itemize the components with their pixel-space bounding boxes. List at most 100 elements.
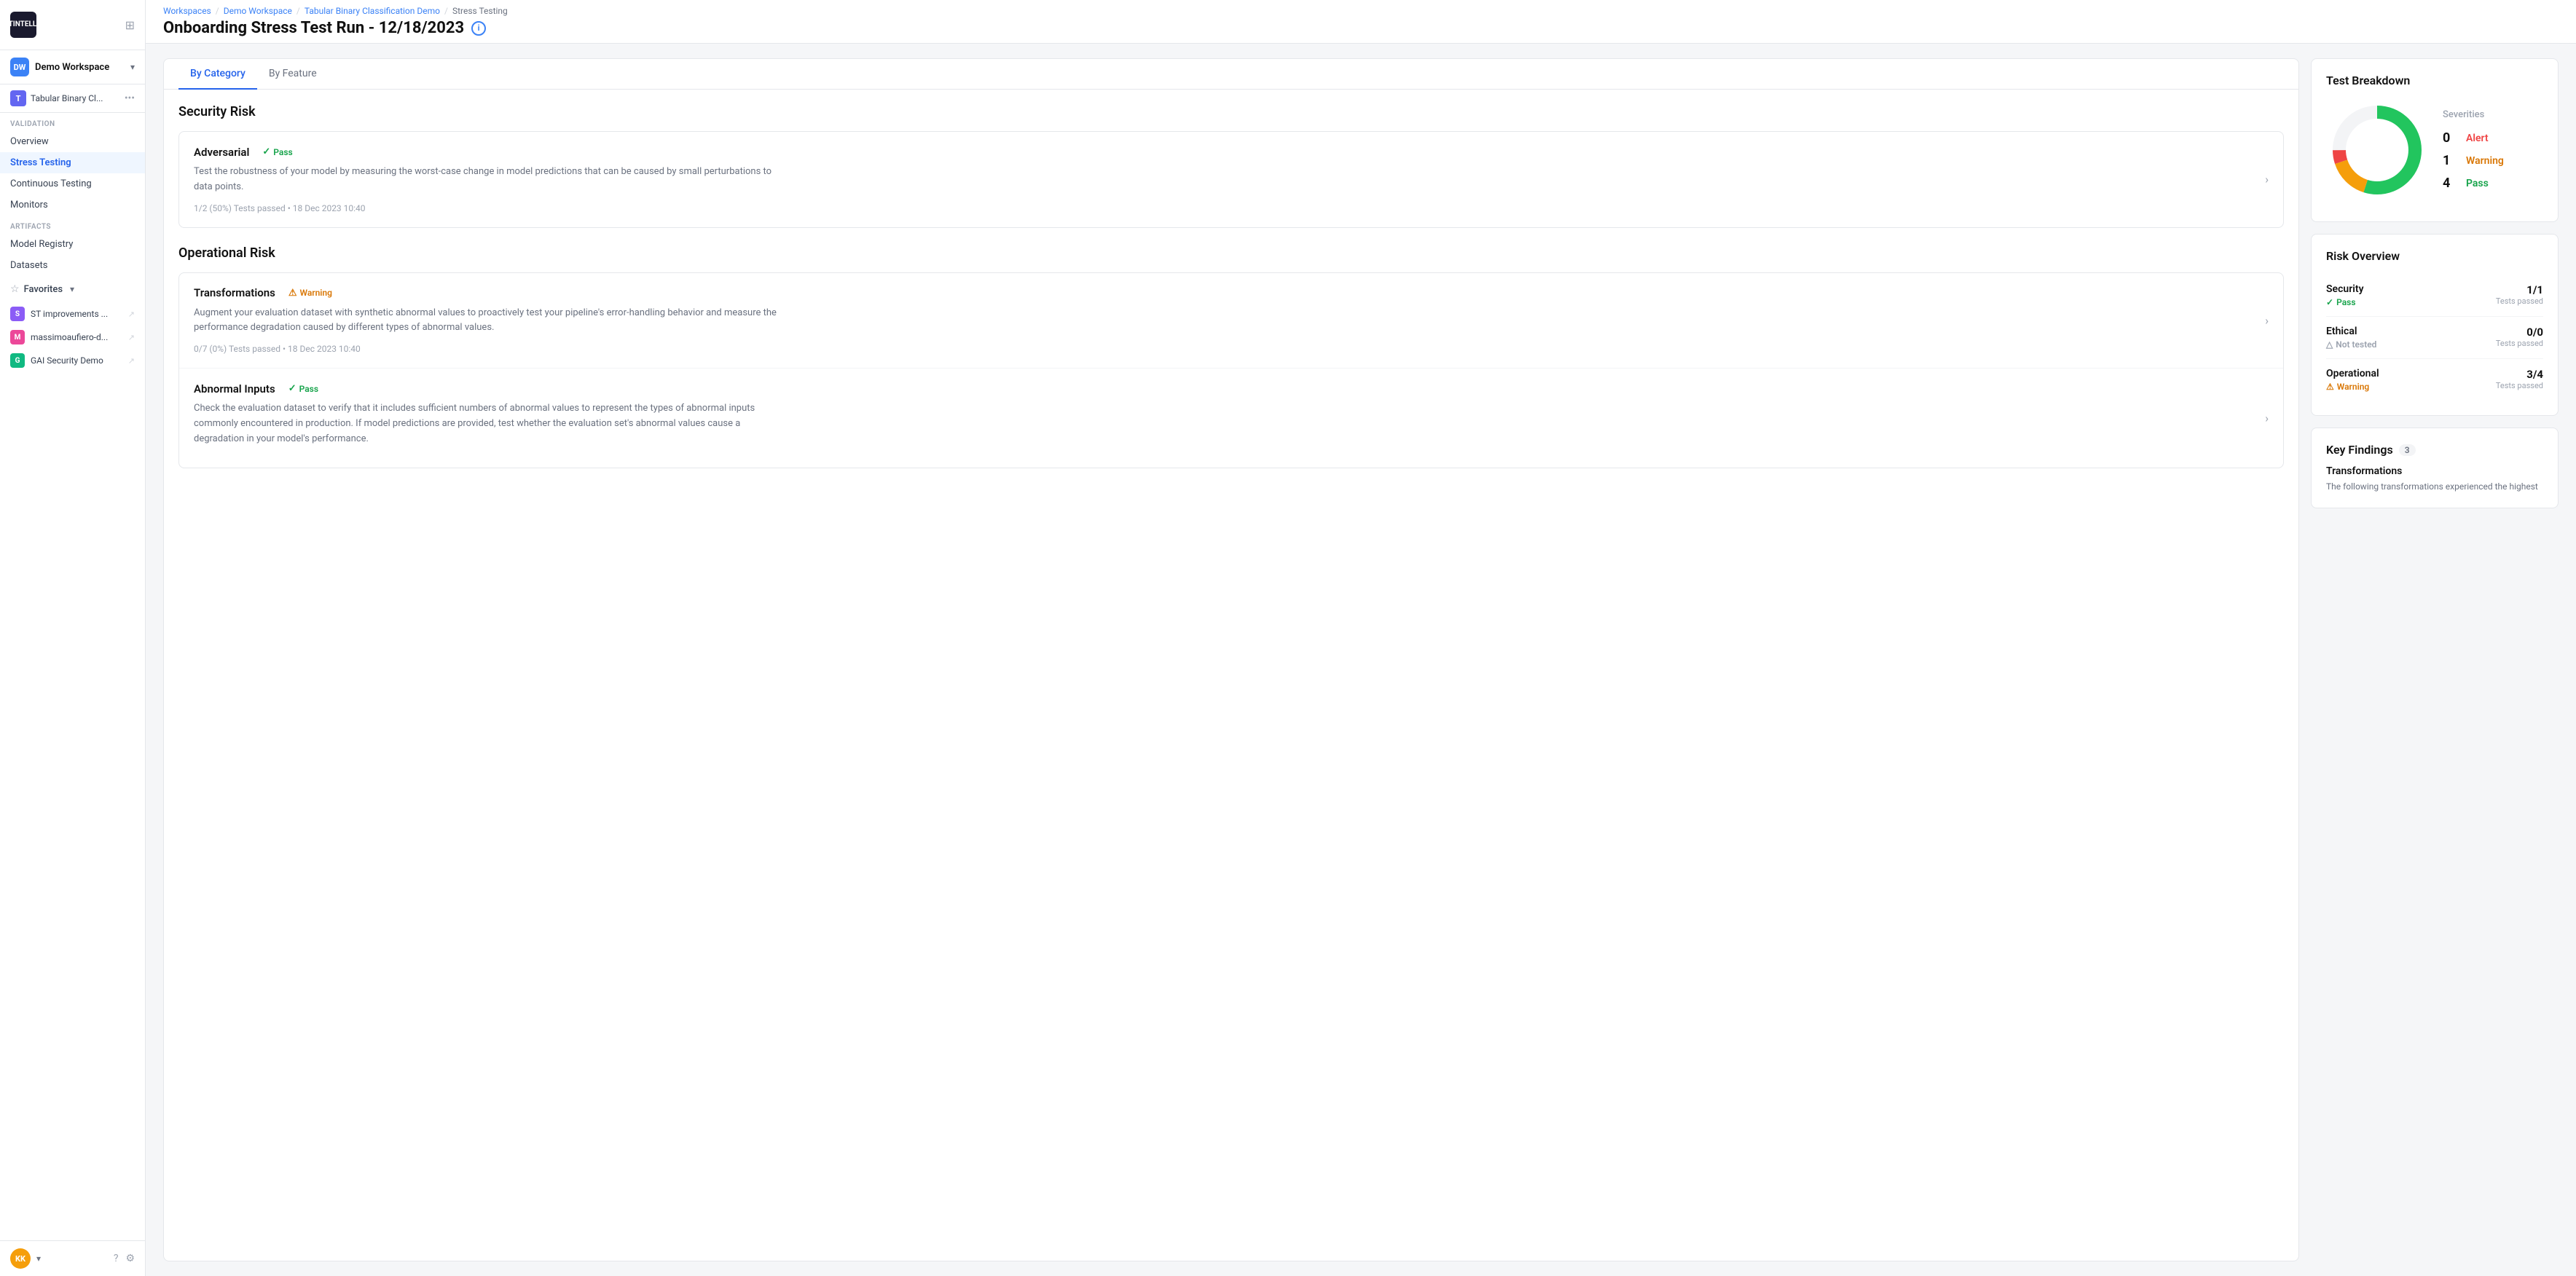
layout-toggle-icon[interactable]: ⊞ <box>125 18 135 32</box>
tab-by-category[interactable]: By Category <box>178 59 257 90</box>
risk-category-operational: Operational <box>2326 368 2379 379</box>
severities-label: Severities <box>2443 109 2504 120</box>
fav-item-st[interactable]: S ST improvements ... ↗ <box>0 302 145 326</box>
center-panel: By Category By Feature Security Risk Adv… <box>163 58 2299 1261</box>
sidebar-item-continuous-testing[interactable]: Continuous Testing <box>0 173 145 194</box>
risk-category-ethical: Ethical <box>2326 326 2376 337</box>
key-findings-card: Key Findings 3 Transformations The follo… <box>2311 428 2559 508</box>
panel-content: Security Risk Adversarial ✓ Pass Test th… <box>164 90 2298 1261</box>
test-desc-transformations: Augment your evaluation dataset with syn… <box>194 306 791 336</box>
test-desc-abnormal: Check the evaluation dataset to verify t… <box>194 401 791 446</box>
sidebar-item-datasets[interactable]: Datasets <box>0 255 145 276</box>
fav-link-icon-gai: ↗ <box>128 356 135 366</box>
user-chevron-icon[interactable]: ▾ <box>36 1253 41 1264</box>
breadcrumb-tabular[interactable]: Tabular Binary Classification Demo <box>305 6 440 16</box>
sidebar: ROBUST INTELLIGENCE ⊞ DW Demo Workspace … <box>0 0 146 1276</box>
finding-title: Transformations <box>2326 465 2543 477</box>
favorites-list: S ST improvements ... ↗ M massimoaufiero… <box>0 302 145 378</box>
info-icon[interactable]: i <box>471 21 486 36</box>
workspace-selector[interactable]: DW Demo Workspace ▾ <box>0 50 145 84</box>
test-meta-transformations: 0/7 (0%) Tests passed • 18 Dec 2023 10:4… <box>194 344 361 354</box>
artifacts-section-label: ARTIFACTS <box>0 216 145 234</box>
project-avatar: T <box>10 90 26 106</box>
test-badge-adversarial: ✓ Pass <box>256 145 298 159</box>
sidebar-item-stress-testing[interactable]: Stress Testing <box>0 152 145 173</box>
help-icon[interactable]: ? <box>114 1253 119 1264</box>
fav-item-gai[interactable]: G GAI Security Demo ↗ <box>0 349 145 372</box>
severities-list: Severities 0 Alert 1 Warning 4 Pass <box>2443 109 2504 191</box>
security-risk-title: Security Risk <box>178 104 2284 119</box>
warning-count: 1 <box>2443 153 2460 168</box>
warning-icon-operational: ⚠ <box>2326 382 2334 392</box>
logo-icon: ROBUST INTELLIGENCE <box>10 12 36 38</box>
severity-warning-row: 1 Warning <box>2443 153 2504 168</box>
test-badge-transformations: ⚠ Warning <box>283 286 338 300</box>
risk-row-operational: Operational ⚠ Warning 3/4 Tests passed <box>2326 359 2543 401</box>
user-avatar: KK <box>10 1248 31 1269</box>
workspace-chevron-icon: ▾ <box>130 62 135 72</box>
settings-icon[interactable]: ⚙ <box>125 1253 135 1264</box>
breadcrumb: Workspaces / Demo Workspace / Tabular Bi… <box>163 6 2559 16</box>
test-name-abnormal: Abnormal Inputs <box>194 382 275 395</box>
project-more-icon[interactable]: ••• <box>125 92 135 104</box>
findings-header: Key Findings 3 <box>2326 443 2543 457</box>
validation-section-label: VALIDATION <box>0 113 145 131</box>
test-item-adversarial[interactable]: Adversarial ✓ Pass Test the robustness o… <box>179 132 2283 227</box>
star-icon: ☆ <box>10 283 20 295</box>
breadcrumb-demo-workspace[interactable]: Demo Workspace <box>224 6 292 16</box>
fav-avatar-m: M <box>10 330 25 344</box>
favorites-chevron-icon: ▾ <box>70 284 74 294</box>
fav-item-massimo[interactable]: M massimoaufiero-d... ↗ <box>0 326 145 349</box>
project-item[interactable]: T Tabular Binary Cl... ••• <box>0 84 145 113</box>
fav-avatar-g: G <box>10 353 25 368</box>
breadcrumb-workspaces[interactable]: Workspaces <box>163 6 211 16</box>
test-arrow-transformations: › <box>2265 313 2269 327</box>
test-meta-adversarial: 1/2 (50%) Tests passed • 18 Dec 2023 10:… <box>194 203 366 213</box>
test-desc-adversarial: Test the robustness of your model by mea… <box>194 165 791 195</box>
content-area: By Category By Feature Security Risk Adv… <box>146 44 2576 1276</box>
risk-label-security: Tests passed <box>2496 296 2543 306</box>
finding-desc: The following transformations experience… <box>2326 480 2543 493</box>
findings-count-badge: 3 <box>2399 444 2416 456</box>
pass-check-icon: ✓ <box>262 146 270 157</box>
warning-triangle-icon: ⚠ <box>288 288 297 299</box>
breadcrumb-current: Stress Testing <box>452 6 508 16</box>
risk-count-operational: 3/4 <box>2496 368 2543 381</box>
sidebar-item-model-registry[interactable]: Model Registry <box>0 234 145 255</box>
operational-risk-card: Transformations ⚠ Warning Augment your e… <box>178 272 2284 468</box>
tab-by-feature[interactable]: By Feature <box>257 59 329 90</box>
severity-alert-row: 0 Alert <box>2443 130 2504 146</box>
alert-count: 0 <box>2443 130 2460 146</box>
test-item-abnormal-inputs[interactable]: Abnormal Inputs ✓ Pass Check the evaluat… <box>179 369 2283 467</box>
sidebar-item-monitors[interactable]: Monitors <box>0 194 145 216</box>
pass-icon-security: ✓ <box>2326 297 2333 307</box>
fav-name-st: ST improvements ... <box>31 309 122 319</box>
warning-label: Warning <box>2466 155 2504 167</box>
risk-label-operational: Tests passed <box>2496 381 2543 390</box>
risk-overview-title: Risk Overview <box>2326 249 2543 263</box>
fav-name-gai: GAI Security Demo <box>31 355 122 366</box>
risk-row-ethical: Ethical △ Not tested 0/0 Tests passed <box>2326 317 2543 359</box>
favorites-toggle[interactable]: ☆ Favorites ▾ <box>0 276 145 302</box>
security-risk-section: Security Risk Adversarial ✓ Pass Test th… <box>178 104 2284 228</box>
workspace-name: Demo Workspace <box>35 62 125 73</box>
tabs-bar: By Category By Feature <box>164 59 2298 90</box>
sidebar-item-overview[interactable]: Overview <box>0 131 145 152</box>
sidebar-bottom: KK ▾ ? ⚙ <box>0 1240 145 1276</box>
risk-category-security: Security <box>2326 283 2364 295</box>
pass-check-icon-2: ✓ <box>288 383 297 394</box>
pass-count: 4 <box>2443 176 2460 191</box>
risk-row-security: Security ✓ Pass 1/1 Tests passed <box>2326 275 2543 317</box>
risk-overview-card: Risk Overview Security ✓ Pass 1/1 Tests … <box>2311 234 2559 416</box>
main-area: Workspaces / Demo Workspace / Tabular Bi… <box>146 0 2576 1276</box>
operational-risk-section: Operational Risk Transformations ⚠ Warni… <box>178 245 2284 468</box>
test-name-transformations: Transformations <box>194 286 275 299</box>
logo-area: ROBUST INTELLIGENCE ⊞ <box>0 0 145 50</box>
topbar: Workspaces / Demo Workspace / Tabular Bi… <box>146 0 2576 44</box>
page-title-row: Onboarding Stress Test Run - 12/18/2023 … <box>163 19 2559 37</box>
project-name: Tabular Binary Cl... <box>31 93 120 103</box>
test-arrow-abnormal: › <box>2265 411 2269 425</box>
page-title: Onboarding Stress Test Run - 12/18/2023 <box>163 19 464 37</box>
test-item-transformations[interactable]: Transformations ⚠ Warning Augment your e… <box>179 273 2283 369</box>
test-breakdown-card: Test Breakdown Severities <box>2311 58 2559 222</box>
